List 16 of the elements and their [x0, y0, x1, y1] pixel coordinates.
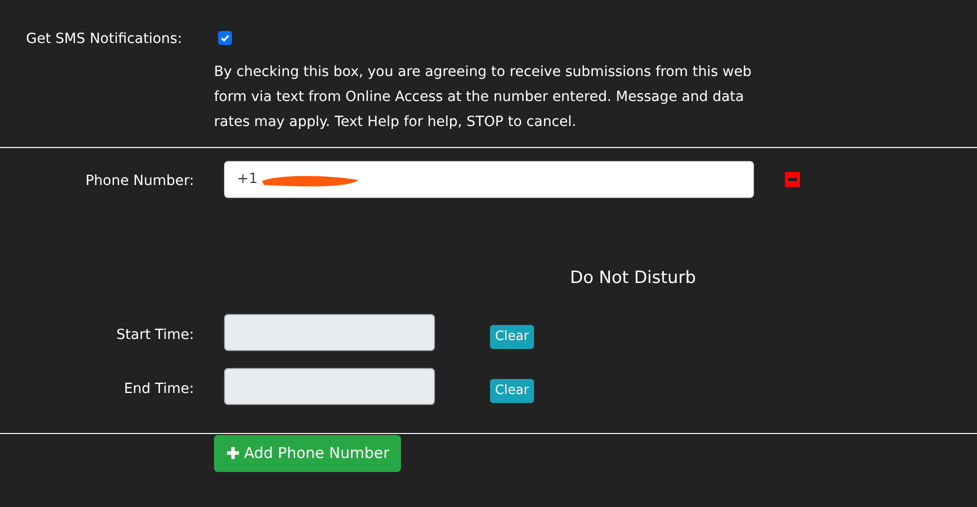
- time-input[interactable]: [224, 368, 435, 404]
- remove-icon[interactable]: [785, 172, 800, 187]
- add-phone-button[interactable]: Add Phone Number: [214, 434, 402, 472]
- checkbox[interactable]: [218, 31, 232, 45]
- phone-input[interactable]: +1: [224, 161, 754, 198]
- field-label: End Time:: [124, 380, 194, 396]
- consent-text: By checking this box, you are agreeing to receive submissions from this web form via text from Online Access at the number entered. Message and data rates may apply. Text Help for help, STOP to cancel.: [214, 63, 752, 132]
- field-label: Start Time:: [116, 326, 194, 342]
- input-value: +1: [237, 170, 258, 189]
- field-label: Phone Number:: [85, 172, 194, 188]
- clear-button[interactable]: Clear: [490, 324, 534, 348]
- plus-icon: [226, 446, 240, 460]
- time-input[interactable]: [224, 314, 435, 350]
- field-label: Get SMS Notifications:: [26, 31, 182, 47]
- clear-button[interactable]: Clear: [490, 378, 534, 402]
- section-title: Do Not Disturb: [570, 268, 696, 288]
